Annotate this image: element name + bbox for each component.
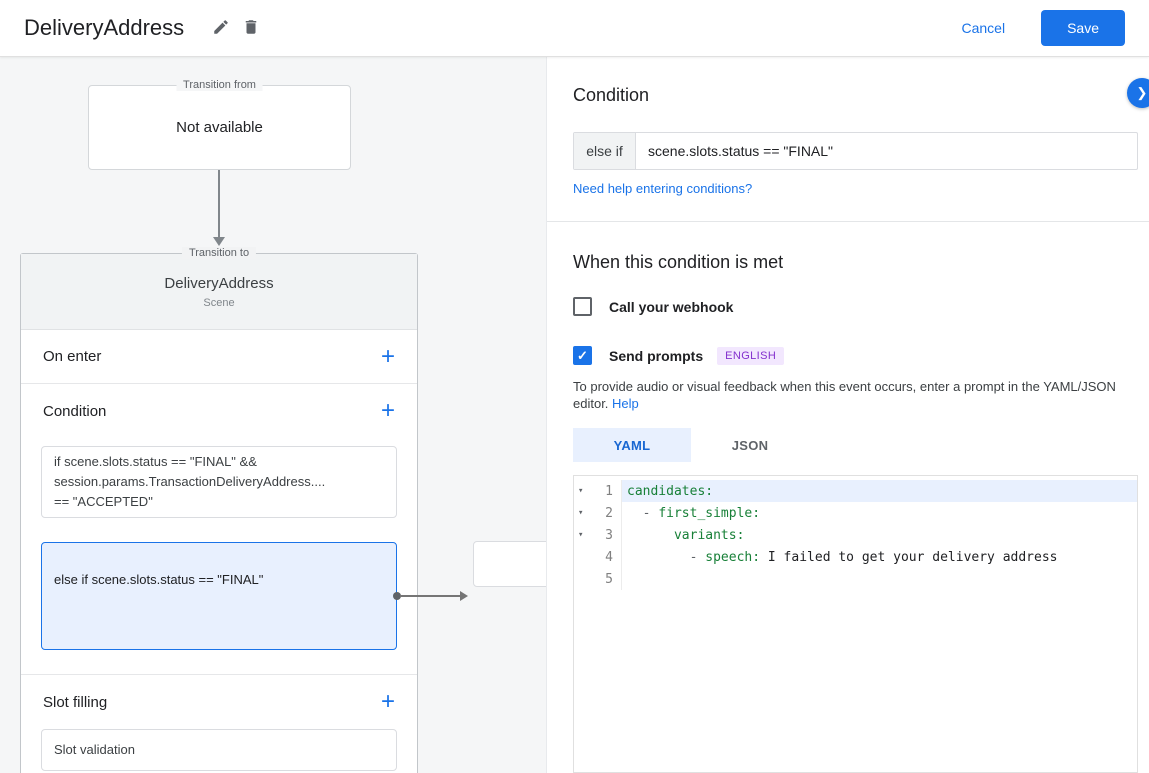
condition-title: Condition	[43, 402, 107, 420]
condition-editor-panel: Condition ❯ else if scene.slots.status =…	[546, 57, 1149, 773]
conditions-help-link[interactable]: Need help entering conditions?	[573, 181, 752, 196]
tab-json[interactable]: JSON	[691, 428, 809, 462]
transition-arrow-head	[213, 237, 225, 246]
transition-target-box[interactable]	[473, 541, 546, 587]
slot-filling-section: Slot filling + Slot validation Transacti…	[21, 675, 417, 773]
panel-heading: Condition	[573, 85, 650, 105]
transition-to-label: Transition to	[181, 247, 257, 259]
webhook-row: Call your webhook	[573, 297, 733, 316]
line-number: 5	[605, 571, 613, 587]
line-number: 2	[605, 505, 613, 521]
line-number: 3	[605, 527, 613, 543]
slot-filling-title: Slot filling	[43, 693, 108, 711]
add-condition-button[interactable]: +	[381, 399, 395, 423]
code-text: variants:	[673, 527, 745, 543]
language-badge: ENGLISH	[717, 346, 785, 365]
fold-arrow-icon[interactable]: ▾	[574, 508, 590, 518]
prompt-description-text: To provide audio or visual feedback when…	[573, 379, 1116, 411]
add-on-enter-button[interactable]: +	[381, 344, 395, 368]
edit-title-button[interactable]	[206, 12, 236, 45]
condition-expression-row: else if scene.slots.status == "FINAL"	[573, 132, 1138, 170]
condition-item-else-if[interactable]: else if scene.slots.status == "FINAL"	[41, 542, 468, 650]
scene-card: Transition to DeliveryAddress Scene On e…	[20, 247, 468, 773]
section-divider	[547, 221, 1149, 222]
editor-gutter: ▾ 2	[574, 502, 622, 524]
code-line: ▾ 2 - first_simple:	[574, 502, 1137, 524]
transition-from-box: Transition from Not available	[88, 79, 351, 170]
webhook-checkbox[interactable]	[573, 297, 592, 316]
connector-line	[400, 595, 462, 597]
transition-from-value: Not available	[176, 119, 263, 136]
send-prompts-row: ✓ Send prompts ENGLISH	[573, 346, 785, 365]
send-prompts-label: Send prompts	[609, 347, 704, 364]
code-text: - first_simple:	[627, 505, 761, 521]
line-number: 1	[605, 483, 613, 499]
scene-card-header: DeliveryAddress Scene	[21, 254, 417, 330]
page-title: DeliveryAddress	[24, 15, 185, 40]
cancel-button[interactable]: Cancel	[961, 20, 1005, 36]
slot-item-validation[interactable]: Slot validation	[41, 729, 397, 771]
transition-arrow-line	[218, 170, 220, 238]
condition-section: Condition + if scene.slots.status == "FI…	[21, 384, 468, 675]
when-condition-met-heading: When this condition is met	[573, 252, 784, 272]
pencil-icon	[212, 18, 230, 39]
code-line: ▾ 1 candidates:	[574, 480, 1137, 502]
connector-arrow-icon	[460, 591, 468, 601]
line-number: 4	[605, 549, 613, 565]
save-button[interactable]: Save	[1041, 10, 1125, 46]
condition-expression-input[interactable]: scene.slots.status == "FINAL"	[636, 133, 1137, 169]
editor-gutter: ▾ 3	[574, 524, 622, 546]
editor-format-tabs: YAML JSON	[573, 428, 809, 462]
checkmark-icon: ✓	[577, 347, 588, 363]
code-line: 5	[574, 568, 1137, 590]
yaml-code-editor[interactable]: ▾ 1 candidates: ▾ 2 - first_simple: ▾ 3 …	[573, 475, 1138, 773]
editor-gutter: ▾ 1	[574, 480, 622, 502]
code-line: 4 - speech: I failed to get your deliver…	[574, 546, 1137, 568]
code-line: ▾ 3 variants:	[574, 524, 1137, 546]
help-link[interactable]: Help	[612, 396, 639, 411]
transition-from-label: Transition from	[176, 79, 263, 91]
collapse-panel-button[interactable]: ❯	[1127, 78, 1149, 108]
code-text: - speech: I failed to get your delivery …	[627, 549, 1058, 565]
editor-gutter: 4	[574, 546, 622, 568]
condition-item-if[interactable]: if scene.slots.status == "FINAL" && sess…	[41, 446, 397, 518]
slot-filling-section-header: Slot filling +	[21, 675, 417, 729]
trash-icon	[242, 18, 260, 39]
condition-prefix: else if	[574, 133, 636, 169]
send-prompts-checkbox[interactable]: ✓	[573, 346, 592, 365]
scene-name: DeliveryAddress	[164, 275, 274, 292]
condition-item-else-if-text: else if scene.slots.status == "FINAL"	[54, 572, 264, 587]
editor-gutter: 5	[574, 568, 622, 590]
delete-scene-button[interactable]	[236, 12, 266, 45]
on-enter-section: On enter +	[21, 330, 417, 384]
top-header: DeliveryAddress Cancel Save	[0, 0, 1149, 57]
on-enter-title: On enter	[43, 348, 102, 365]
chevron-right-icon: ❯	[1136, 85, 1148, 100]
condition-section-header: Condition +	[21, 384, 417, 438]
add-slot-button[interactable]: +	[381, 690, 395, 714]
tab-yaml[interactable]: YAML	[573, 428, 691, 462]
fold-arrow-icon[interactable]: ▾	[574, 530, 590, 540]
scene-type: Scene	[203, 297, 235, 309]
code-text: candidates:	[622, 480, 1137, 502]
scene-canvas: Transition from Not available Transition…	[0, 57, 546, 773]
webhook-label: Call your webhook	[609, 298, 734, 315]
prompt-description: To provide audio or visual feedback when…	[573, 378, 1129, 412]
fold-arrow-icon[interactable]: ▾	[574, 486, 590, 496]
